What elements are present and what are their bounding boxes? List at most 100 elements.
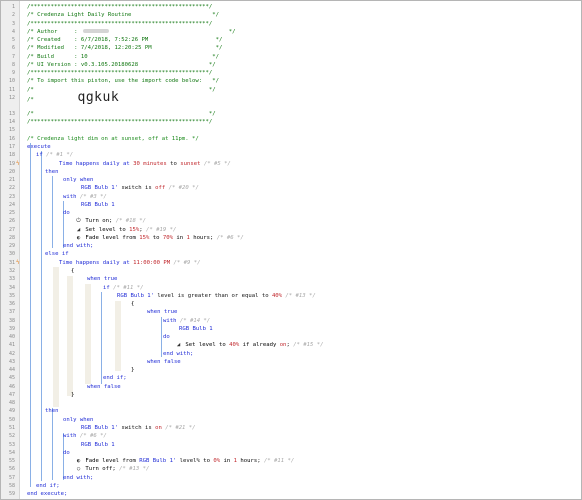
condition-switch-on[interactable]: RGB Bulb 1' switch is on /* #21 */ xyxy=(81,424,196,432)
line-number: 35 xyxy=(8,292,15,299)
line-number: 24 xyxy=(8,201,15,208)
time-trigger-2[interactable]: Time happens daily at 11:00:00 PM /* #9 … xyxy=(59,259,200,267)
line-number: 19 xyxy=(8,160,15,167)
task-text: Set level to xyxy=(85,226,130,233)
then-keyword[interactable]: then xyxy=(45,168,58,176)
end-if-keyword[interactable]: end if; xyxy=(36,482,60,490)
code-line: 50 only when xyxy=(1,416,581,424)
device-name[interactable]: RGB Bulb 1 xyxy=(81,201,115,209)
condition-value: on xyxy=(155,425,162,432)
line-number: 36 xyxy=(8,301,15,308)
code-line: 46 when false xyxy=(1,383,581,391)
trigger-text: Time happens daily at xyxy=(59,259,134,266)
else-if-keyword[interactable]: else if xyxy=(45,250,69,258)
fade-unit: hours; xyxy=(236,458,261,465)
do-keyword[interactable]: do xyxy=(63,449,70,457)
code-line: 36 { xyxy=(1,300,581,308)
statement-id: /* #15 */ xyxy=(293,342,324,349)
line-number: 20 xyxy=(8,168,15,175)
task-fade-out[interactable]: ◐ Fade level from RGB Bulb 1' level% to … xyxy=(75,457,294,465)
task-text: Fade level from xyxy=(85,234,140,241)
statement-id: /* #3 */ xyxy=(79,193,107,200)
device-name[interactable]: RGB Bulb 1 xyxy=(179,325,213,333)
task-set-level-2[interactable]: ◢ Set level to 40% if already on; /* #15… xyxy=(175,341,324,349)
execute-keyword[interactable]: execute xyxy=(27,143,51,151)
task-set-level[interactable]: ◢ Set level to 15%; /* #19 */ xyxy=(75,226,177,234)
header-title: /* Credenza Light Daily Routine */ xyxy=(27,12,219,19)
task-fade-level[interactable]: ◐ Fade level from 15% to 70% in 1 hours;… xyxy=(75,234,244,242)
line-number: 2 xyxy=(11,12,15,19)
import-code[interactable]: qgkuk xyxy=(78,90,120,105)
code-line: 6 /* Modified : 7/4/2018, 12:20:25 PM */ xyxy=(1,44,581,52)
trigger-time: 11:00:00 PM xyxy=(133,259,171,266)
line-number: 51 xyxy=(8,425,15,432)
task-text: Turn off; xyxy=(85,466,116,473)
if-keyword[interactable]: if xyxy=(36,152,43,158)
if-keyword: if xyxy=(103,284,110,291)
task-condition-text: if already xyxy=(239,342,280,349)
code-line: 38 with /* #14 */ xyxy=(1,317,581,325)
when-false-keyword[interactable]: when false xyxy=(147,358,181,366)
header-border: /***************************************… xyxy=(27,70,213,77)
line-number: 59 xyxy=(8,491,15,498)
with-statement[interactable]: with /* #3 */ xyxy=(63,193,107,201)
line-number: 39 xyxy=(8,325,15,332)
end-with-keyword[interactable]: end with; xyxy=(163,350,193,358)
end-execute-keyword[interactable]: end execute; xyxy=(27,490,67,498)
statement-id: /* #19 */ xyxy=(146,226,177,233)
with-statement[interactable]: with /* #6 */ xyxy=(63,432,107,440)
only-when-keyword[interactable]: only when xyxy=(63,176,93,184)
task-turn-off[interactable]: ○ Turn off; /* #13 */ xyxy=(75,465,150,473)
end-with-keyword[interactable]: end with; xyxy=(63,474,93,482)
condition-switch-off[interactable]: RGB Bulb 1' switch is off /* #20 */ xyxy=(81,184,199,192)
code-line: 1 /**************************************… xyxy=(1,3,581,11)
code-line: 52 with /* #6 */ xyxy=(1,432,581,440)
task-text: Turn on; xyxy=(85,218,113,225)
when-true-keyword[interactable]: when true xyxy=(147,308,177,316)
line-number: 1 xyxy=(11,4,15,10)
open-brace: { xyxy=(131,301,135,308)
code-line: 47} xyxy=(1,391,581,399)
line-number: 11 xyxy=(8,86,15,93)
do-keyword[interactable]: do xyxy=(63,209,70,217)
trigger-bolt-icon: ϟ xyxy=(16,159,20,167)
nested-if[interactable]: if /* #11 */ xyxy=(103,284,143,292)
when-true-keyword[interactable]: when true xyxy=(87,275,117,283)
do-keyword[interactable]: do xyxy=(163,333,170,341)
code-line: 2 /* Credenza Light Daily Routine */ xyxy=(1,11,581,19)
with-statement[interactable]: with /* #14 */ xyxy=(163,317,210,325)
line-number: 55 xyxy=(8,458,15,465)
code-line: 8 /* UI Version : v0.3.105.20180628 */ xyxy=(1,61,581,69)
header-border: /***************************************… xyxy=(27,20,213,27)
code-line: 9 /**************************************… xyxy=(1,69,581,77)
device-name: RGB Bulb 1' xyxy=(81,185,119,192)
statement-id: /* #9 */ xyxy=(173,259,201,266)
when-false-keyword[interactable]: when false xyxy=(87,383,121,391)
attribute-name: level xyxy=(154,292,175,299)
header-import-code: /* qgkuk xyxy=(27,91,119,104)
code-line: 35 RGB Bulb 1' level is greater than or e… xyxy=(1,292,581,300)
line-number: 32 xyxy=(8,267,15,274)
line-number: 12 xyxy=(8,94,15,101)
task-turn-on[interactable]: ⏻ Turn on; /* #18 */ xyxy=(75,217,146,225)
line-number: 47 xyxy=(8,391,15,398)
time-trigger[interactable]: Time happens daily at 30 minutes to suns… xyxy=(59,160,231,168)
line-number: 40 xyxy=(8,334,15,341)
end-if-keyword[interactable]: end if; xyxy=(103,374,127,382)
only-when-keyword[interactable]: only when xyxy=(63,416,93,424)
header-import-line: /* To import this piston, use the import… xyxy=(27,78,219,85)
header-blank: /* */ xyxy=(27,110,216,117)
statement-id: /* #21 */ xyxy=(165,425,196,432)
line-number: 52 xyxy=(8,433,15,440)
level-icon: ◢ xyxy=(76,226,81,233)
code-line: 37 when true xyxy=(1,308,581,316)
device-name[interactable]: RGB Bulb 1 xyxy=(81,441,115,449)
then-keyword[interactable]: then xyxy=(45,407,58,415)
fade-in-text: in xyxy=(220,458,234,465)
end-with-keyword[interactable]: end with; xyxy=(63,242,93,250)
line-number: 37 xyxy=(8,309,15,316)
code-line: 27 ◢ Set level to 15%; /* #19 */ xyxy=(1,226,581,234)
code-line: 51 RGB Bulb 1' switch is on /* #21 */ xyxy=(1,424,581,432)
line-number: 3 xyxy=(11,20,15,27)
condition-level[interactable]: RGB Bulb 1' level is greater than or equ… xyxy=(117,292,316,300)
